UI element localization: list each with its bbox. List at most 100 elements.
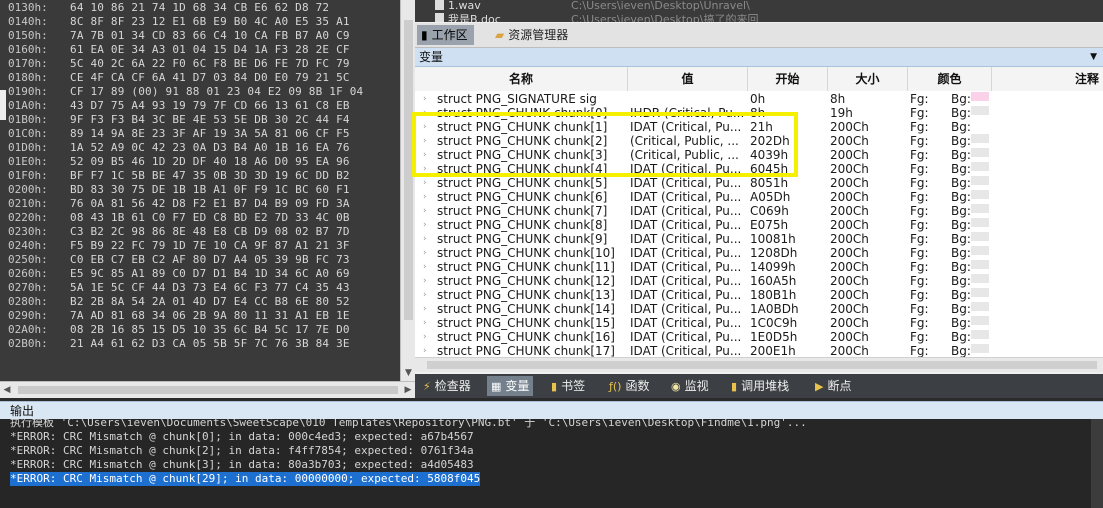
bottom-tab-variables[interactable]: ▦ 变量 (487, 376, 534, 396)
bottom-tab-callstack[interactable]: ▮ 调用堆栈 (727, 376, 793, 396)
output-line[interactable]: *ERROR: CRC Mismatch @ chunk[29]; in dat… (10, 472, 481, 486)
column-start[interactable]: 开始 (748, 67, 828, 91)
hex-bytes[interactable]: BD 83 30 75 DE 1B 1B A1 0F F9 1C BC 60 F… (70, 183, 350, 197)
table-row[interactable]: › struct PNG_CHUNK chunk[0] IHDR (Critical… (415, 106, 1103, 120)
output-console[interactable]: 执行模板 'C:\Users\ieven\Documents\SweetScap… (0, 419, 1103, 508)
variables-hscroll-thumb[interactable] (427, 361, 1097, 369)
dropdown-arrow-icon[interactable]: ▼ (1090, 48, 1097, 66)
hex-bytes[interactable]: CE 4F CA CF 6A 41 D7 03 84 D0 E0 79 21 5… (70, 71, 350, 85)
expand-chevron-icon[interactable]: › (423, 302, 433, 316)
hex-bytes[interactable]: 9F F3 F3 B4 3C BE 4E 53 5E DB 30 2C 44 F… (70, 113, 350, 127)
bg-color-swatch[interactable] (971, 218, 989, 227)
table-row[interactable]: › struct PNG_CHUNK chunk[2] (Critical, Pu… (415, 134, 1103, 148)
expand-chevron-icon[interactable]: › (423, 330, 433, 344)
bg-color-swatch[interactable] (971, 316, 989, 325)
column-size[interactable]: 大小 (828, 67, 908, 91)
table-row[interactable]: › struct PNG_CHUNK chunk[8] IDAT (Critical… (415, 218, 1103, 232)
scroll-right-arrow-icon[interactable]: ▶ (401, 382, 415, 398)
table-row[interactable]: › struct PNG_CHUNK chunk[14] IDAT (Critica… (415, 302, 1103, 316)
bg-color-swatch[interactable] (971, 190, 989, 199)
bottom-tab-eye[interactable]: ◉ 监视 (667, 376, 713, 396)
hex-bytes[interactable]: 21 A4 61 62 D3 CA 05 5B 5F 7C 76 3B 84 3… (70, 337, 350, 351)
bg-color-swatch[interactable] (971, 148, 989, 157)
hex-bytes[interactable]: BF F7 1C 5B BE 47 35 0B 3D 3D 19 6C DD B… (70, 169, 350, 183)
table-row[interactable]: › struct PNG_CHUNK chunk[15] IDAT (Critica… (415, 316, 1103, 330)
hex-bytes[interactable]: C3 B2 2C 98 86 8E 48 E8 CB D9 08 02 B7 7… (70, 225, 350, 239)
hex-bytes[interactable]: 1A 52 A9 0C 42 23 0A D3 B4 A0 1B 16 EA 7… (70, 141, 350, 155)
output-line[interactable]: *ERROR: CRC Mismatch @ chunk[2]; in data… (10, 444, 474, 458)
table-row[interactable]: › struct PNG_CHUNK chunk[11] IDAT (Critica… (415, 260, 1103, 274)
expand-chevron-icon[interactable]: › (423, 274, 433, 288)
bg-color-swatch[interactable] (971, 162, 989, 171)
bottom-tab-breakpoint[interactable]: ▶ 断点 (811, 376, 855, 396)
hex-bytes[interactable]: 8C 8F 8F 23 12 E1 6B E9 B0 4C A0 E5 35 A… (70, 15, 350, 29)
column-name[interactable]: 名称 (415, 67, 628, 91)
bottom-tab-bookmark[interactable]: ▮ 书签 (547, 376, 589, 396)
bg-color-swatch[interactable] (971, 92, 989, 101)
hex-vscroll-thumb[interactable] (404, 20, 413, 320)
expand-chevron-icon[interactable]: › (423, 190, 433, 204)
expand-chevron-icon[interactable]: › (423, 162, 433, 176)
column-color[interactable]: 颜色 (908, 67, 992, 91)
expand-chevron-icon[interactable]: › (423, 232, 433, 246)
hex-horizontal-scrollbar[interactable]: ◀ ▶ (0, 381, 415, 398)
output-vertical-scrollbar[interactable] (1091, 419, 1103, 508)
bg-color-swatch[interactable] (971, 232, 989, 241)
hex-bytes[interactable]: 52 09 B5 46 1D 2D DF 40 18 A6 D0 95 EA 9… (70, 155, 350, 169)
variables-horizontal-scrollbar[interactable] (415, 357, 1103, 372)
expand-chevron-icon[interactable]: › (423, 288, 433, 302)
hex-bytes[interactable]: 7A AD 81 68 34 06 2B 9A 80 11 31 A1 EB 1… (70, 309, 350, 323)
expand-chevron-icon[interactable]: › (423, 148, 433, 162)
table-row[interactable]: › struct PNG_CHUNK chunk[5] IDAT (Critical… (415, 176, 1103, 190)
column-value[interactable]: 值 (628, 67, 748, 91)
hex-bytes[interactable]: 5C 40 2C 6A 22 F0 6C F8 BE D6 FE 7D FC 7… (70, 57, 350, 71)
hex-bytes[interactable]: 7A 7B 01 34 CD 83 66 C4 10 CA FB B7 A0 C… (70, 29, 350, 43)
hex-bytes[interactable]: CF 17 89 (00) 91 88 01 23 04 E2 09 8B 1F… (70, 85, 363, 99)
expand-chevron-icon[interactable]: › (423, 134, 433, 148)
hex-bytes[interactable]: 08 43 1B 61 C0 F7 ED C8 BD E2 7D 33 4C 0… (70, 211, 350, 225)
hex-editor[interactable]: 0130h: 64 10 86 21 74 1D 68 34 CB E6 62 D… (0, 0, 400, 381)
hex-bytes[interactable]: 89 14 9A 8E 23 3F AF 19 3A 5A 81 06 CF F… (70, 127, 350, 141)
file-item[interactable]: 我是B.doc C:\Users\ieven\Desktop\搞了的来回 (435, 13, 758, 22)
bg-color-swatch[interactable] (971, 274, 989, 283)
hex-bytes[interactable]: 5A 1E 5C CF 44 D3 73 E4 6C F3 77 C4 35 4… (70, 281, 350, 295)
bottom-tab-inspector[interactable]: ⚡ 检查器 (419, 376, 475, 396)
table-row[interactable]: › struct PNG_CHUNK chunk[17] IDAT (Critica… (415, 344, 1103, 357)
table-row[interactable]: › struct PNG_CHUNK chunk[10] IDAT (Critica… (415, 246, 1103, 260)
hex-vertical-scrollbar[interactable]: ▼ (400, 0, 416, 381)
expand-chevron-icon[interactable]: › (423, 92, 433, 106)
hex-bytes[interactable]: 64 10 86 21 74 1D 68 34 CB E6 62 D8 72 (70, 1, 329, 15)
tab-explorer[interactable]: ▰ 资源管理器 (491, 25, 574, 45)
expand-chevron-icon[interactable]: › (423, 316, 433, 330)
table-row[interactable]: › struct PNG_CHUNK chunk[7] IDAT (Critical… (415, 204, 1103, 218)
expand-chevron-icon[interactable]: › (423, 218, 433, 232)
tab-workspace[interactable]: ▮ 工作区 (417, 25, 474, 45)
file-item[interactable]: 1.wav C:\Users\ieven\Desktop\Unravel\ (435, 0, 750, 13)
output-line[interactable]: *ERROR: CRC Mismatch @ chunk[3]; in data… (10, 458, 474, 472)
bg-color-swatch[interactable] (971, 134, 989, 143)
bg-color-swatch[interactable] (971, 302, 989, 311)
table-row[interactable]: › struct PNG_CHUNK chunk[4] IDAT (Critical… (415, 162, 1103, 176)
bg-color-swatch[interactable] (971, 260, 989, 269)
table-row[interactable]: › struct PNG_CHUNK chunk[16] IDAT (Critica… (415, 330, 1103, 344)
table-row[interactable]: › struct PNG_CHUNK chunk[6] IDAT (Critical… (415, 190, 1103, 204)
hex-bytes[interactable]: 43 D7 75 A4 93 19 79 7F CD 66 13 61 C8 E… (70, 99, 350, 113)
column-comment[interactable]: 注释 (992, 67, 1103, 91)
hex-bytes[interactable]: 61 EA 0E 34 A3 01 04 15 D4 1A F3 28 2E C… (70, 43, 350, 57)
expand-chevron-icon[interactable]: › (423, 106, 433, 120)
hex-bytes[interactable]: 76 0A 81 56 42 D8 F2 E1 B7 D4 B9 09 FD 3… (70, 197, 350, 211)
bg-color-swatch[interactable] (971, 330, 989, 339)
table-row[interactable]: › struct PNG_SIGNATURE sig 0h 8h Fg: Bg: (415, 92, 1103, 106)
scroll-left-arrow-icon[interactable]: ◀ (0, 382, 14, 398)
bg-color-swatch[interactable] (971, 106, 989, 115)
scroll-down-arrow-icon[interactable]: ▼ (401, 367, 416, 379)
expand-chevron-icon[interactable]: › (423, 344, 433, 357)
hex-bytes[interactable]: F5 B9 22 FC 79 1D 7E 10 CA 9F 87 A1 21 3… (70, 239, 350, 253)
bg-color-swatch[interactable] (971, 204, 989, 213)
table-row[interactable]: › struct PNG_CHUNK chunk[3] (Critical, Pu… (415, 148, 1103, 162)
bottom-tab-function[interactable]: ƒ() 函数 (605, 376, 653, 396)
table-row[interactable]: › struct PNG_CHUNK chunk[9] IDAT (Critical… (415, 232, 1103, 246)
expand-chevron-icon[interactable]: › (423, 120, 433, 134)
bg-color-swatch[interactable] (971, 176, 989, 185)
table-row[interactable]: › struct PNG_CHUNK chunk[12] IDAT (Critica… (415, 274, 1103, 288)
